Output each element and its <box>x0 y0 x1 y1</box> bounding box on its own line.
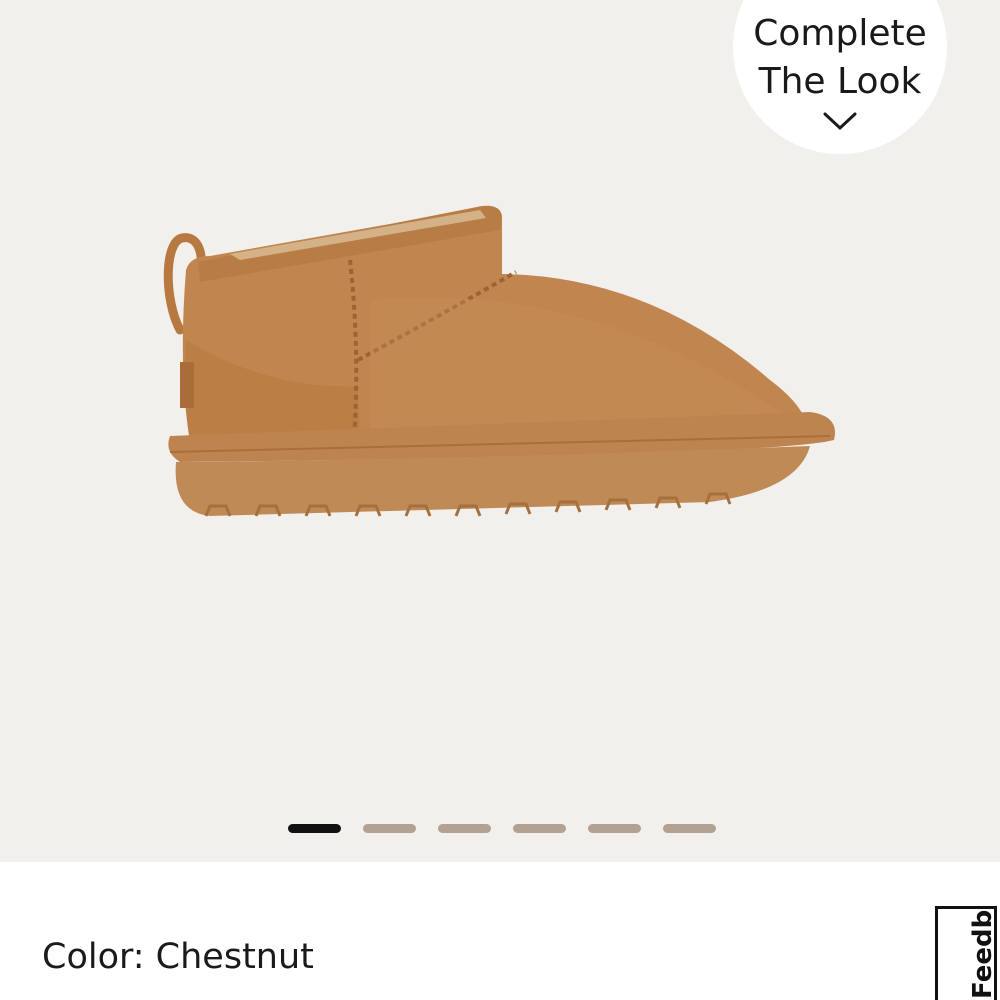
complete-the-look-line1: Complete <box>753 13 927 54</box>
gallery-page-dot[interactable] <box>513 824 566 833</box>
feedback-tab-label: Feedback <box>968 906 997 999</box>
gallery-page-dot[interactable] <box>363 824 416 833</box>
product-image[interactable] <box>150 190 850 530</box>
gallery-page-dot[interactable] <box>588 824 641 833</box>
complete-the-look-line2: The Look <box>758 61 922 102</box>
gallery-page-dot[interactable] <box>438 824 491 833</box>
gallery-pagination <box>288 824 716 834</box>
complete-the-look-button[interactable]: Complete The Look <box>733 0 947 154</box>
chevron-down-icon <box>823 112 857 130</box>
selected-color-label: Color: Chestnut <box>42 937 314 977</box>
gallery-page-dot[interactable] <box>288 824 341 833</box>
product-image-gallery[interactable]: Complete The Look <box>0 0 1000 862</box>
feedback-tab[interactable]: Feedback <box>935 906 997 1000</box>
product-page: Complete The Look Color: Chestnut Feedba… <box>0 0 1000 1000</box>
gallery-page-dot[interactable] <box>663 824 716 833</box>
